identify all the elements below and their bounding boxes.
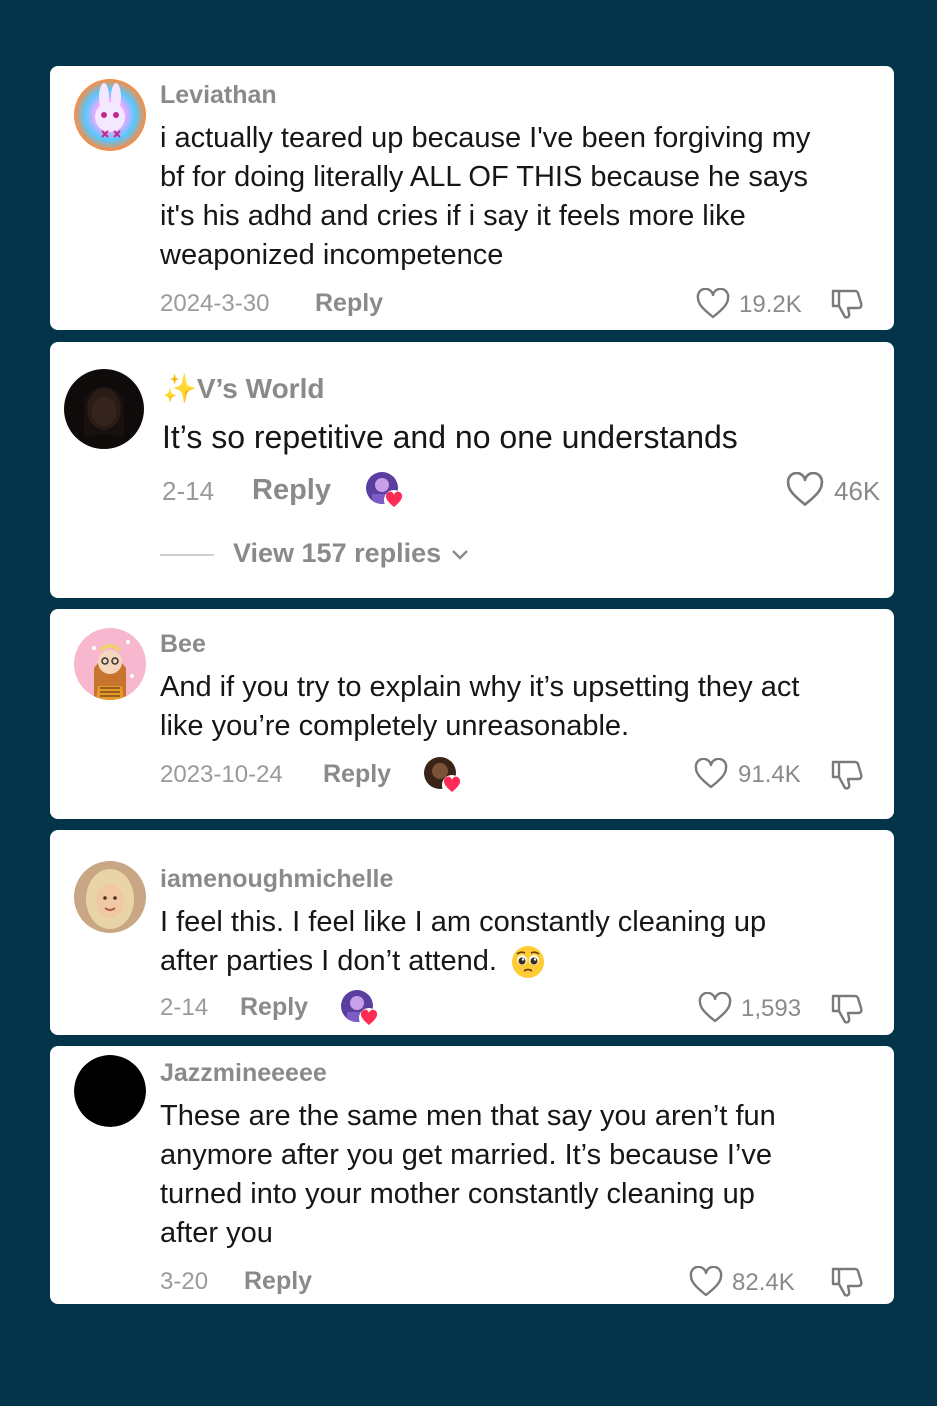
blonde-woman-avatar[interactable] (74, 861, 146, 933)
comment-text-line: like you’re completely unreasonable. (160, 710, 630, 742)
sparkles-icon: ✨ (162, 373, 197, 404)
reply-button[interactable]: Reply (244, 1267, 312, 1296)
heart-icon[interactable] (689, 1266, 723, 1298)
like-count: 19.2K (739, 291, 802, 318)
creator-liked-badge (341, 990, 379, 1028)
dislike-icon[interactable] (830, 1264, 864, 1298)
comment-text-line: anymore after you get married. It’s beca… (160, 1139, 772, 1171)
comment-text-line: These are the same men that say you aren… (160, 1100, 776, 1132)
creator-liked-badge (424, 757, 462, 795)
comment-date: 2-14 (160, 994, 209, 1021)
comment-date: 3-20 (160, 1268, 209, 1295)
reply-button[interactable]: Reply (252, 474, 331, 507)
comment-text-line: It’s so repetitive and no one understand… (162, 419, 738, 455)
reply-button[interactable]: Reply (323, 760, 391, 789)
comment-date: 2-14 (162, 476, 215, 506)
comment-username[interactable]: iamenoughmichelle (160, 865, 393, 894)
comment-card: Jazzmineeeee These are the same men that… (50, 1046, 894, 1304)
heart-icon[interactable] (698, 992, 732, 1024)
chevron-down-icon (451, 550, 468, 560)
like-count: 46K (834, 476, 881, 506)
comment-text-line: weaponized incompetence (160, 239, 504, 271)
comment-text-line: turned into your mother constantly clean… (160, 1178, 755, 1210)
comment-date: 2023-10-24 (160, 761, 283, 788)
like-count: 82.4K (732, 1269, 795, 1296)
comment-username[interactable]: Jazzmineeeee (160, 1059, 327, 1088)
black-circle-avatar[interactable] (74, 1055, 146, 1127)
heart-icon[interactable] (696, 288, 730, 320)
comment-username[interactable]: ✨V’s World (162, 372, 324, 405)
comment-username[interactable]: Leviathan (160, 81, 277, 110)
like-count: 91.4K (738, 761, 801, 788)
comment-text-line: I feel this. I feel like I am constantly… (160, 906, 767, 938)
cartoon-girl-avatar[interactable] (74, 628, 146, 700)
comment-card: Leviathan i actually teared up because I… (50, 66, 894, 330)
comment-text-line: i actually teared up because I've been f… (160, 122, 811, 154)
comment-text-line: after you (160, 1217, 273, 1249)
comment-card: ✨V’s World It’s so repetitive and no one… (50, 342, 894, 598)
heart-filled-icon (442, 775, 462, 795)
dislike-icon[interactable] (830, 991, 864, 1025)
dislike-icon[interactable] (830, 286, 864, 320)
dark-portrait-avatar[interactable] (64, 369, 144, 449)
view-replies-button[interactable]: View 157 replies (233, 538, 469, 569)
heart-filled-icon (359, 1008, 379, 1028)
comment-text-line: it's his adhd and cries if i say it feel… (160, 200, 746, 232)
rabbit-art-avatar[interactable] (74, 79, 146, 151)
comment-username[interactable]: Bee (160, 630, 206, 659)
creator-liked-badge (366, 472, 404, 510)
dislike-icon[interactable] (830, 757, 864, 791)
comment-text-line: bf for doing literally ALL OF THIS becau… (160, 161, 808, 193)
like-count: 1,593 (741, 995, 802, 1022)
comment-text-line: And if you try to explain why it’s upset… (160, 671, 800, 703)
heart-filled-icon (384, 490, 404, 510)
comment-card: iamenoughmichelle I feel this. I feel li… (50, 830, 894, 1035)
view-replies-label: View 157 replies (233, 538, 442, 568)
reply-button[interactable]: Reply (240, 993, 308, 1022)
replies-divider (160, 554, 214, 556)
comment-card: Bee And if you try to explain why it’s u… (50, 609, 894, 819)
heart-icon[interactable] (786, 472, 824, 508)
pleading-face-emoji (512, 946, 544, 979)
username-text: V’s World (196, 373, 325, 404)
reply-button[interactable]: Reply (315, 289, 383, 318)
comment-text-line: after parties I don’t attend. (160, 942, 545, 981)
comment-date: 2024-3-30 (160, 290, 270, 317)
comment-text-span: after parties I don’t attend. (160, 945, 497, 977)
heart-icon[interactable] (694, 758, 728, 790)
